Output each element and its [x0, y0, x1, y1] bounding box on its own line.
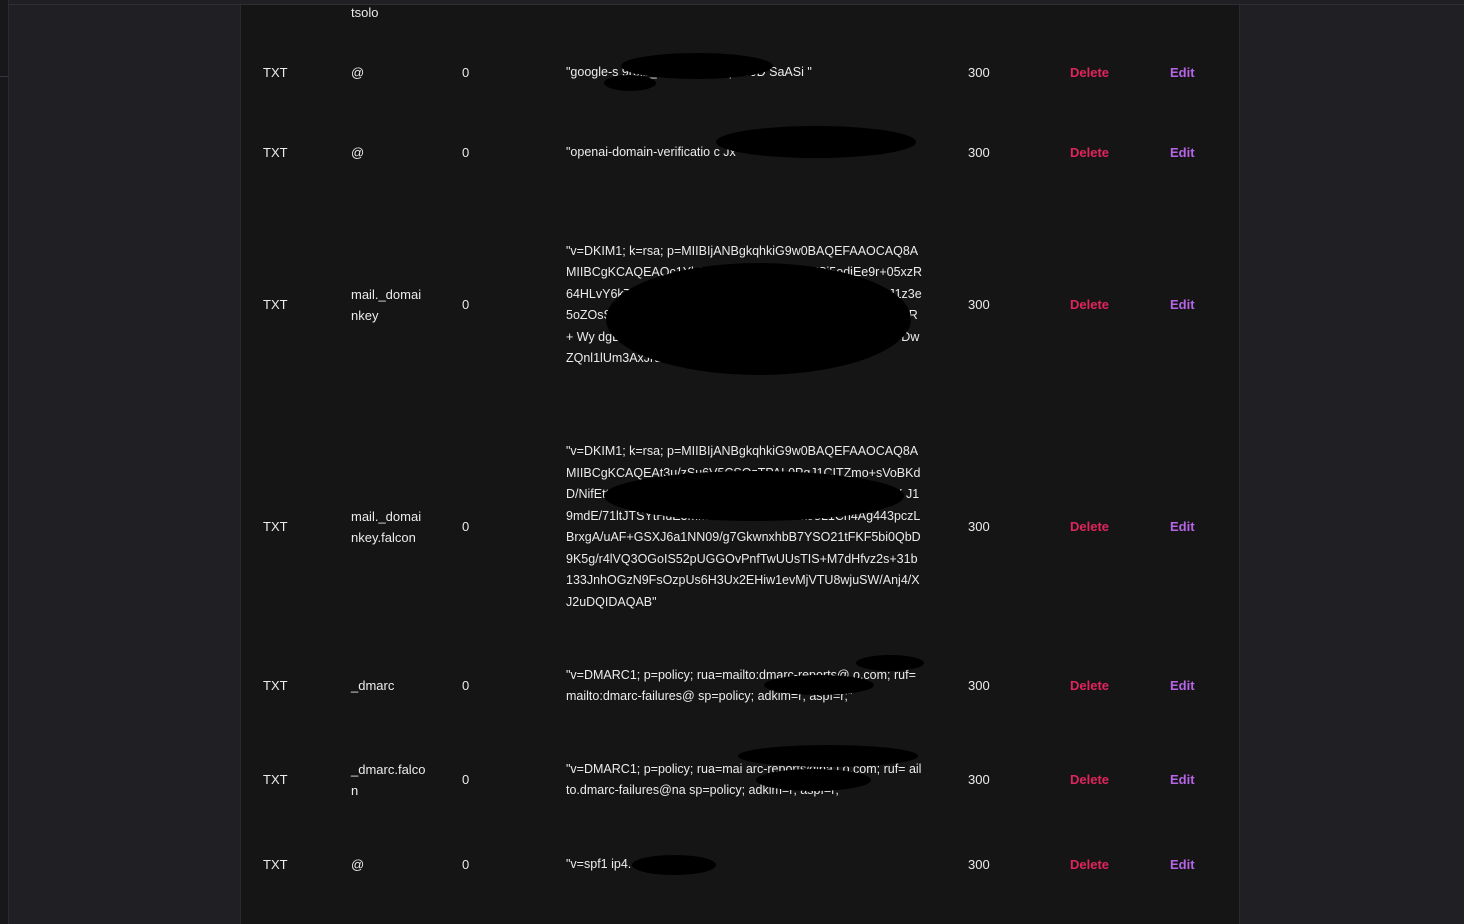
edit-button[interactable]: Edit	[1170, 294, 1195, 316]
record-type: TXT	[263, 857, 288, 873]
redaction-mark	[738, 745, 918, 767]
delete-button[interactable]: Delete	[1070, 142, 1109, 164]
delete-button[interactable]: Delete	[1070, 854, 1109, 876]
delete-button[interactable]: Delete	[1070, 294, 1109, 316]
record-type: TXT	[263, 65, 288, 81]
record-name: _dmarc	[351, 678, 395, 694]
redaction-mark	[606, 263, 911, 375]
redaction-mark	[632, 855, 716, 875]
record-name: mail._domainkey.falcon	[351, 508, 422, 546]
record-priority: 0	[462, 145, 470, 161]
record-content: "v=spf1 ip4. ~all"	[566, 843, 924, 887]
record-type: TXT	[263, 678, 288, 694]
record-content-text: "openai-domain-verificatio c Jx"	[566, 145, 741, 160]
record-type: TXT	[263, 297, 288, 313]
redaction-mark	[756, 769, 871, 791]
redaction-mark	[856, 655, 924, 671]
record-type: TXT	[263, 145, 288, 161]
delete-button[interactable]: Delete	[1070, 516, 1109, 538]
dns-records-table: tsolo TXT @ 0 "google-s 9r5jb_KDuhMICLaq…	[240, 5, 1240, 924]
record-content: "v=DMARC1; p=policy; rua=mailto:dmarc-re…	[566, 653, 924, 719]
record-type: TXT	[263, 519, 288, 535]
redaction-mark	[716, 126, 916, 158]
rail-divider	[0, 76, 8, 77]
edit-button[interactable]: Edit	[1170, 62, 1195, 84]
redaction-mark	[604, 471, 904, 521]
record-content: "openai-domain-verificatio c Jx"	[566, 126, 924, 175]
record-content: "v=DKIM1; k=rsa; p=MIIBIjANBgkqhkiG9w0BA…	[566, 429, 924, 625]
table-row: TXT @ 0 "openai-domain-verificatio c Jx"…	[241, 126, 1239, 175]
edit-button[interactable]: Edit	[1170, 769, 1195, 791]
record-type: TXT	[263, 772, 288, 788]
record-ttl: 300	[968, 519, 990, 535]
table-row: TXT mail._domainkey 0 "v=DKIM1; k=rsa; p…	[241, 205, 1239, 405]
redaction-mark	[604, 75, 656, 91]
delete-button[interactable]: Delete	[1070, 675, 1109, 697]
table-row: TXT @ 0 "google-s 9r5jb_KDuhMICLaqHGJD S…	[241, 51, 1239, 95]
record-name: mail._domainkey	[351, 286, 422, 324]
delete-button[interactable]: Delete	[1070, 62, 1109, 84]
table-row: TXT mail._domainkey.falcon 0 "v=DKIM1; k…	[241, 429, 1239, 625]
record-content: "v=DMARC1; p=policy; rua=mai arc-reports…	[566, 745, 924, 813]
record-priority: 0	[462, 297, 470, 313]
redaction-mark	[621, 53, 773, 79]
record-priority: 0	[462, 772, 470, 788]
record-name: _dmarc.falcon	[351, 761, 426, 799]
dns-records-screen: tsolo TXT @ 0 "google-s 9r5jb_KDuhMICLaq…	[0, 0, 1464, 924]
record-content: "google-s 9r5jb_KDuhMICLaqHGJD SaASi "	[566, 51, 924, 95]
record-content-text: "v=DKIM1; k=rsa; p=MIIBIjANBgkqhkiG9w0BA…	[566, 444, 921, 609]
record-name: @	[351, 65, 365, 81]
delete-button[interactable]: Delete	[1070, 769, 1109, 791]
table-row: TXT _dmarc.falcon 0 "v=DMARC1; p=policy;…	[241, 745, 1239, 813]
record-priority: 0	[462, 519, 470, 535]
record-name: @	[351, 857, 365, 873]
record-priority: 0	[462, 65, 470, 81]
record-ttl: 300	[968, 145, 990, 161]
record-ttl: 300	[968, 65, 990, 81]
edit-button[interactable]: Edit	[1170, 675, 1195, 697]
record-ttl: 300	[968, 678, 990, 694]
record-priority: 0	[462, 678, 470, 694]
record-ttl: 300	[968, 297, 990, 313]
record-ttl: 300	[968, 772, 990, 788]
record-priority: 0	[462, 857, 470, 873]
record-content: "v=DKIM1; k=rsa; p=MIIBIjANBgkqhkiG9w0BA…	[566, 205, 924, 405]
record-name: @	[351, 145, 365, 161]
partial-row-name: tsolo	[351, 5, 379, 20]
table-row: TXT @ 0 "v=spf1 ip4. ~all" 300 Delete Ed…	[241, 843, 1239, 887]
edit-button[interactable]: Edit	[1170, 142, 1195, 164]
table-row: TXT _dmarc 0 "v=DMARC1; p=policy; rua=ma…	[241, 653, 1239, 719]
record-ttl: 300	[968, 857, 990, 873]
redaction-mark	[764, 675, 874, 695]
left-rail	[0, 0, 9, 924]
edit-button[interactable]: Edit	[1170, 854, 1195, 876]
edit-button[interactable]: Edit	[1170, 516, 1195, 538]
